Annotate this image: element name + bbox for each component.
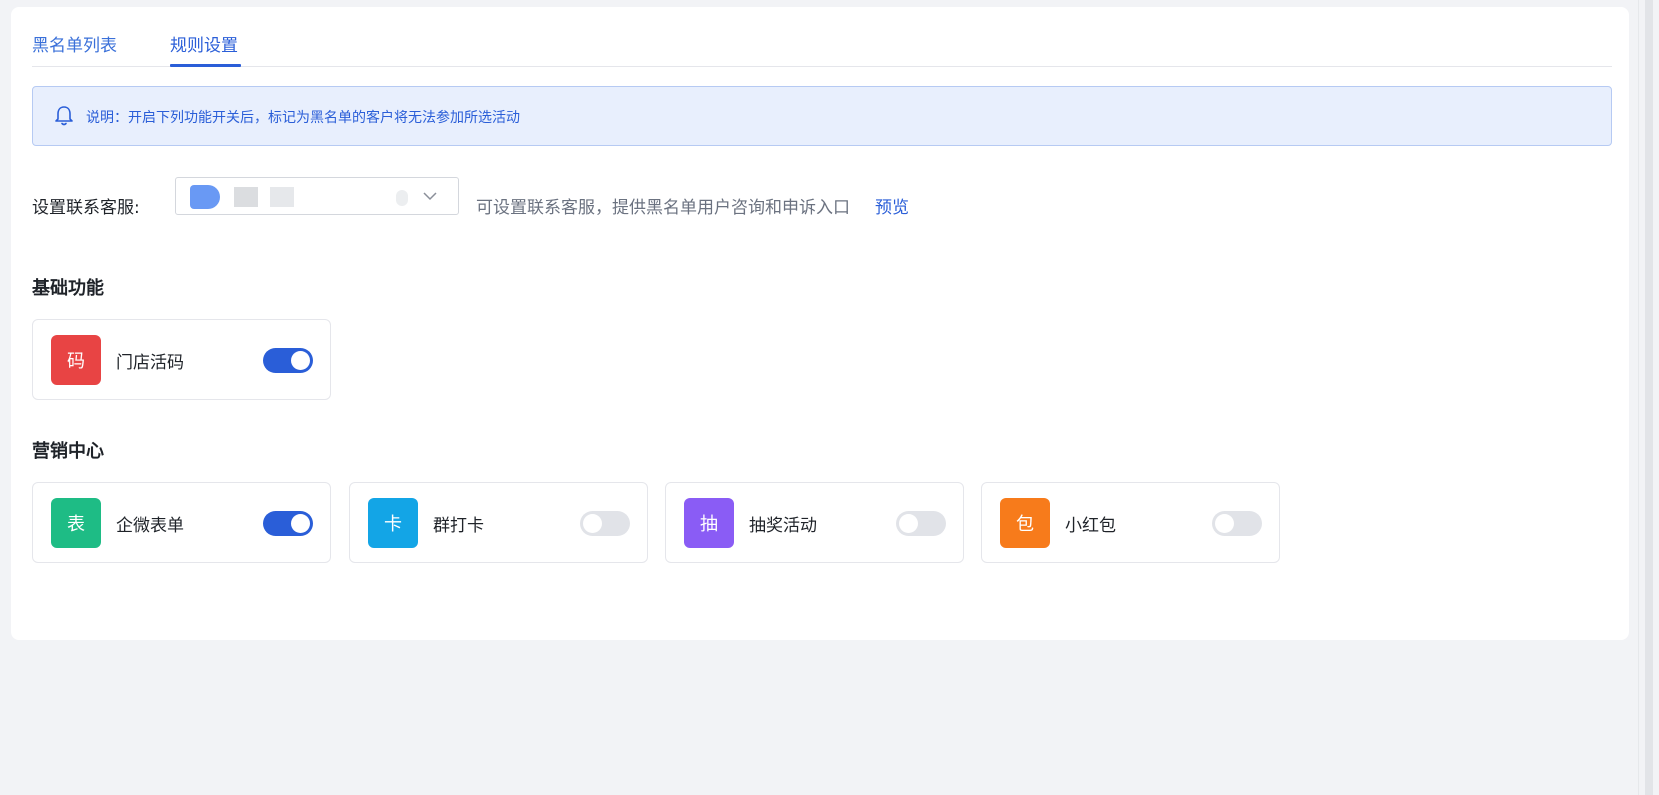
- tab-blacklist[interactable]: 黑名单列表: [32, 31, 117, 56]
- feature-card-store-qrcode: 码 门店活码: [32, 319, 331, 400]
- feature-card-red-packet: 包 小红包: [981, 482, 1280, 563]
- section-title-basic: 基础功能: [32, 278, 104, 299]
- feature-name: 小红包: [1065, 516, 1116, 536]
- toggle-knob: [291, 514, 310, 533]
- feature-card-lottery: 抽 抽奖活动: [665, 482, 964, 563]
- toggle-knob: [1215, 514, 1234, 533]
- tab-rule-settings[interactable]: 规则设置: [170, 31, 238, 56]
- feature-card-wecom-form: 表 企微表单: [32, 482, 331, 563]
- redacted-text: [234, 187, 258, 207]
- chevron-down-icon: [423, 192, 437, 201]
- toggle-switch[interactable]: [263, 348, 313, 373]
- scrollbar-thumb[interactable]: [1645, 0, 1653, 795]
- feature-name: 企微表单: [116, 516, 184, 536]
- toggle-switch[interactable]: [896, 511, 946, 536]
- form-icon: 表: [51, 498, 101, 548]
- feature-name: 群打卡: [433, 516, 484, 536]
- red-packet-icon: 包: [1000, 498, 1050, 548]
- card-icon: 卡: [368, 498, 418, 548]
- settings-card: 黑名单列表 规则设置 说明：开启下列功能开关后，标记为黑名单的客户将无法参加所选…: [11, 7, 1629, 640]
- preview-link[interactable]: 预览: [875, 193, 909, 218]
- qrcode-icon: 码: [51, 335, 101, 385]
- notice-text: 说明：开启下列功能开关后，标记为黑名单的客户将无法参加所选活动: [86, 110, 520, 126]
- contact-hint: 可设置联系客服，提供黑名单用户咨询和申诉入口: [476, 198, 850, 218]
- toggle-knob: [291, 351, 310, 370]
- redacted-text: [396, 190, 408, 206]
- toggle-knob: [899, 514, 918, 533]
- avatar: [190, 185, 220, 209]
- contact-service-label: 设置联系客服:: [32, 198, 140, 218]
- tab-bar: 黑名单列表 规则设置: [32, 7, 1612, 67]
- toggle-switch[interactable]: [1212, 511, 1262, 536]
- notice-banner: 说明：开启下列功能开关后，标记为黑名单的客户将无法参加所选活动: [32, 86, 1612, 146]
- lottery-icon: 抽: [684, 498, 734, 548]
- toggle-knob: [583, 514, 602, 533]
- section-title-marketing: 营销中心: [32, 441, 104, 462]
- feature-card-group-checkin: 卡 群打卡: [349, 482, 648, 563]
- active-tab-indicator: [170, 64, 241, 67]
- bell-icon: [55, 106, 73, 126]
- redacted-text: [270, 187, 294, 207]
- contact-service-select[interactable]: [175, 177, 459, 215]
- feature-name: 门店活码: [116, 353, 184, 373]
- feature-name: 抽奖活动: [749, 516, 817, 536]
- toggle-switch[interactable]: [580, 511, 630, 536]
- toggle-switch[interactable]: [263, 511, 313, 536]
